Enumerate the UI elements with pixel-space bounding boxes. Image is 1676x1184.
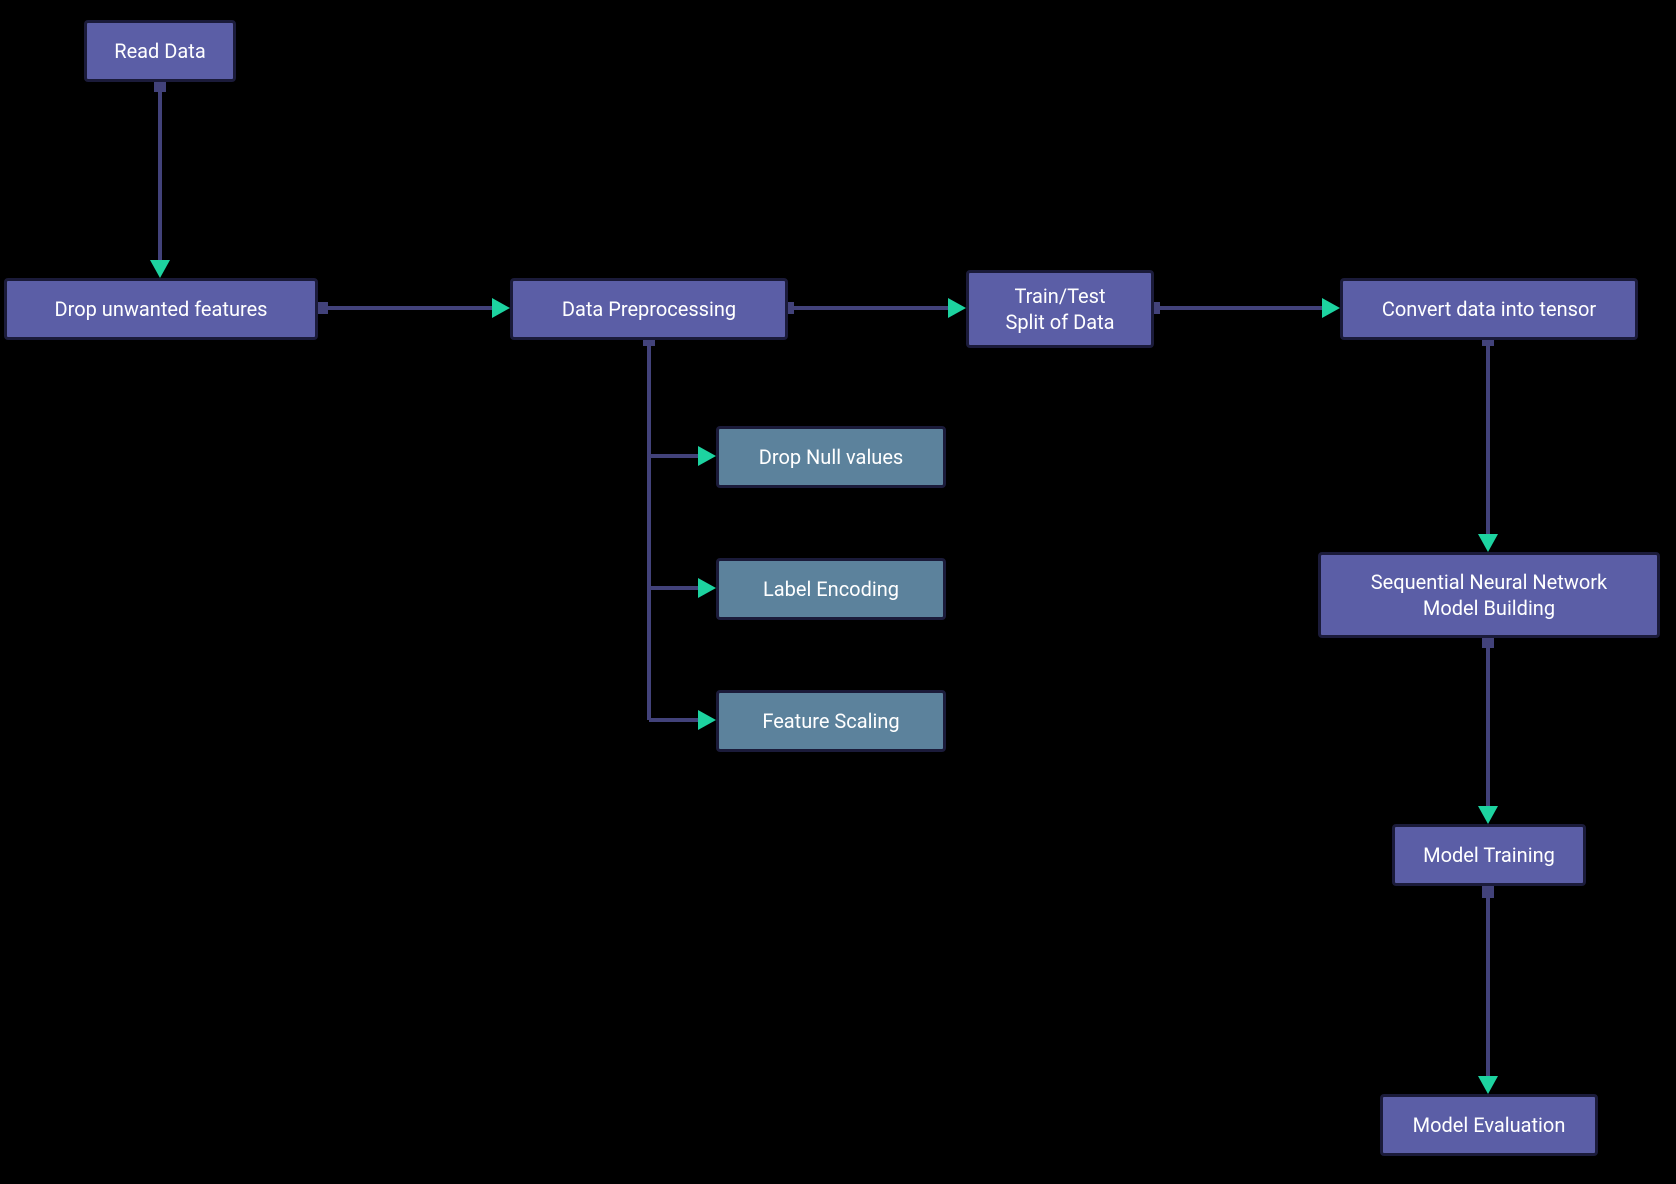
node-model-evaluation: Model Evaluation bbox=[1380, 1094, 1598, 1156]
node-label-encoding: Label Encoding bbox=[716, 558, 946, 620]
node-preprocessing: Data Preprocessing bbox=[510, 278, 788, 340]
node-label: Model Evaluation bbox=[1413, 1112, 1566, 1138]
node-model-building: Sequential Neural Network Model Building bbox=[1318, 552, 1660, 638]
node-label: Data Preprocessing bbox=[562, 296, 736, 322]
node-label: Train/Test Split of Data bbox=[1005, 283, 1114, 335]
node-convert-tensor: Convert data into tensor bbox=[1340, 278, 1638, 340]
node-feature-scaling: Feature Scaling bbox=[716, 690, 946, 752]
node-model-training: Model Training bbox=[1392, 824, 1586, 886]
node-label: Drop unwanted features bbox=[54, 296, 267, 322]
node-label: Feature Scaling bbox=[762, 708, 899, 734]
node-train-test-split: Train/Test Split of Data bbox=[966, 270, 1154, 348]
node-label: Drop Null values bbox=[759, 444, 904, 470]
node-label: Read Data bbox=[114, 38, 205, 64]
node-label: Sequential Neural Network Model Building bbox=[1371, 569, 1607, 621]
node-drop-null: Drop Null values bbox=[716, 426, 946, 488]
node-label: Model Training bbox=[1423, 842, 1555, 868]
node-drop-features: Drop unwanted features bbox=[4, 278, 318, 340]
node-label: Convert data into tensor bbox=[1382, 296, 1596, 322]
node-read-data: Read Data bbox=[84, 20, 236, 82]
node-label: Label Encoding bbox=[763, 576, 899, 602]
